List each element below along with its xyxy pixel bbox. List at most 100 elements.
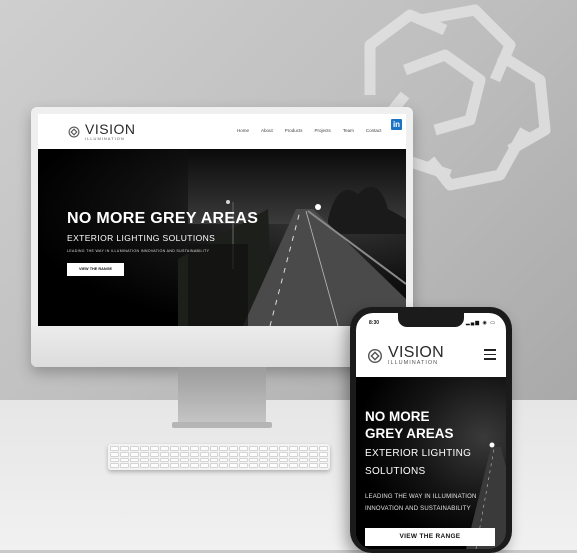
keyboard-key <box>110 446 119 451</box>
nav-item-products[interactable]: Products <box>285 128 303 133</box>
brand-name: VISION <box>85 121 136 137</box>
keyboard-key <box>249 446 259 451</box>
brand-subtitle: ILLUMINATION <box>388 360 439 366</box>
hero-title-line-1: NO MORE <box>365 409 430 424</box>
keyboard-key <box>269 451 279 457</box>
hero-tagline-line-1: LEADING THE WAY IN ILLUMINATION <box>365 494 477 500</box>
keyboard-key <box>289 451 299 457</box>
keyboard-key <box>129 457 139 463</box>
keyboard-key <box>309 446 319 451</box>
desktop-site-header: VISION ILLUMINATION Home About Products … <box>38 114 406 149</box>
keyboard-key <box>139 446 149 451</box>
keyboard-key <box>119 451 129 457</box>
keyboard-key <box>269 457 279 463</box>
keyboard-key <box>169 446 179 451</box>
hero-tagline: LEADING THE WAY IN ILLUMINATION INNOVATI… <box>365 491 499 515</box>
hero-title-line-2: GREY AREAS <box>365 426 454 441</box>
monitor-stand-base <box>172 422 272 428</box>
keyboard-key <box>289 463 299 468</box>
desktop-screen: VISION ILLUMINATION Home About Products … <box>38 114 406 326</box>
keyboard-key <box>169 457 179 463</box>
nav-item-team[interactable]: Team <box>343 128 354 133</box>
keyboard-key <box>189 463 199 468</box>
keyboard-key <box>179 446 189 451</box>
keyboard-key <box>169 451 179 457</box>
view-range-button[interactable]: VIEW THE RANGE <box>365 528 495 546</box>
keyboard-key <box>239 446 249 451</box>
hero-tagline: LEADING THE WAY IN ILLUMINATION INNOVATI… <box>67 249 210 253</box>
keyboard-key <box>189 457 199 463</box>
monitor-stand <box>178 367 266 425</box>
nav-item-contact[interactable]: Contact <box>366 128 382 133</box>
nav-item-home[interactable]: Home <box>237 128 249 133</box>
keyboard-key <box>299 451 309 457</box>
hero-subtitle: EXTERIOR LIGHTING SOLUTIONS <box>365 445 499 481</box>
phone-screen: 8:30 ▂▄▆ ◉ ▭ VISION ILLUMINATION NO MORE… <box>356 313 506 549</box>
keyboard-key <box>199 457 209 463</box>
hero-subtitle-line-1: EXTERIOR LIGHTING <box>365 448 472 459</box>
keyboard-key <box>239 451 249 457</box>
keyboard-key <box>179 451 189 457</box>
mobile-site-header: VISION ILLUMINATION <box>356 335 506 377</box>
keyboard-key <box>159 457 169 463</box>
keyboard-key <box>129 446 139 451</box>
keyboard-key <box>179 457 189 463</box>
keyboard-key <box>229 446 239 451</box>
keyboard-key <box>110 463 119 468</box>
nav-item-projects[interactable]: Projects <box>315 128 331 133</box>
keyboard-key <box>209 457 219 463</box>
linkedin-icon[interactable]: in <box>391 119 402 130</box>
hero-title: NO MORE GREY AREAS <box>365 408 499 442</box>
keyboard-key <box>309 451 319 457</box>
keyboard-key <box>209 463 219 468</box>
keyboard-key <box>229 457 239 463</box>
keyboard-key <box>199 446 209 451</box>
keyboard-key <box>249 463 259 468</box>
keyboard-key <box>189 451 199 457</box>
nav-item-about[interactable]: About <box>261 128 273 133</box>
keyboard-key <box>149 451 159 457</box>
keyboard-key <box>319 463 328 468</box>
smartphone: 8:30 ▂▄▆ ◉ ▭ VISION ILLUMINATION NO MORE… <box>350 307 512 553</box>
keyboard-key <box>319 451 328 457</box>
keyboard-key <box>259 451 269 457</box>
keyboard-key <box>299 463 309 468</box>
keyboard-key <box>219 451 229 457</box>
keyboard-key <box>239 457 249 463</box>
view-range-button[interactable]: VIEW THE RANGE <box>67 263 124 276</box>
keyboard-key <box>319 457 328 463</box>
brand-logo[interactable]: VISION ILLUMINATION <box>67 121 136 141</box>
keyboard-key <box>279 457 289 463</box>
keyboard-key <box>279 446 289 451</box>
desktop-nav-menu: Home About Products Projects Team Contac… <box>237 128 381 133</box>
keyboard-key <box>159 463 169 468</box>
phone-status-bar: 8:30 ▂▄▆ ◉ ▭ <box>356 313 506 335</box>
keyboard-key <box>149 446 159 451</box>
keyboard-key <box>219 457 229 463</box>
keyboard-key <box>159 446 169 451</box>
phone-notch <box>398 313 464 327</box>
hero-subtitle-line-2: SOLUTIONS <box>365 466 426 477</box>
keyboard-key <box>299 457 309 463</box>
status-time: 8:30 <box>369 320 380 326</box>
keyboard-key <box>219 463 229 468</box>
keyboard-key <box>279 463 289 468</box>
keyboard-key <box>129 451 139 457</box>
vision-spiral-icon <box>68 126 80 138</box>
keyboard-key <box>229 463 239 468</box>
hero-subtitle: EXTERIOR LIGHTING SOLUTIONS <box>67 233 216 243</box>
hamburger-icon[interactable] <box>484 349 496 360</box>
keyboard-key <box>309 463 319 468</box>
keyboard-key <box>269 463 279 468</box>
keyboard-key <box>209 446 219 451</box>
keyboard-key <box>279 451 289 457</box>
keyboard-key <box>119 463 129 468</box>
keyboard-key <box>259 446 269 451</box>
keyboard-key <box>259 463 269 468</box>
desktop-hero: NO MORE GREY AREAS EXTERIOR LIGHTING SOL… <box>38 149 406 326</box>
keyboard-key <box>309 457 319 463</box>
brand-logo[interactable]: VISION ILLUMINATION <box>366 345 444 366</box>
keyboard-key <box>289 457 299 463</box>
keyboard-key <box>110 457 119 463</box>
keyboard-key <box>199 463 209 468</box>
